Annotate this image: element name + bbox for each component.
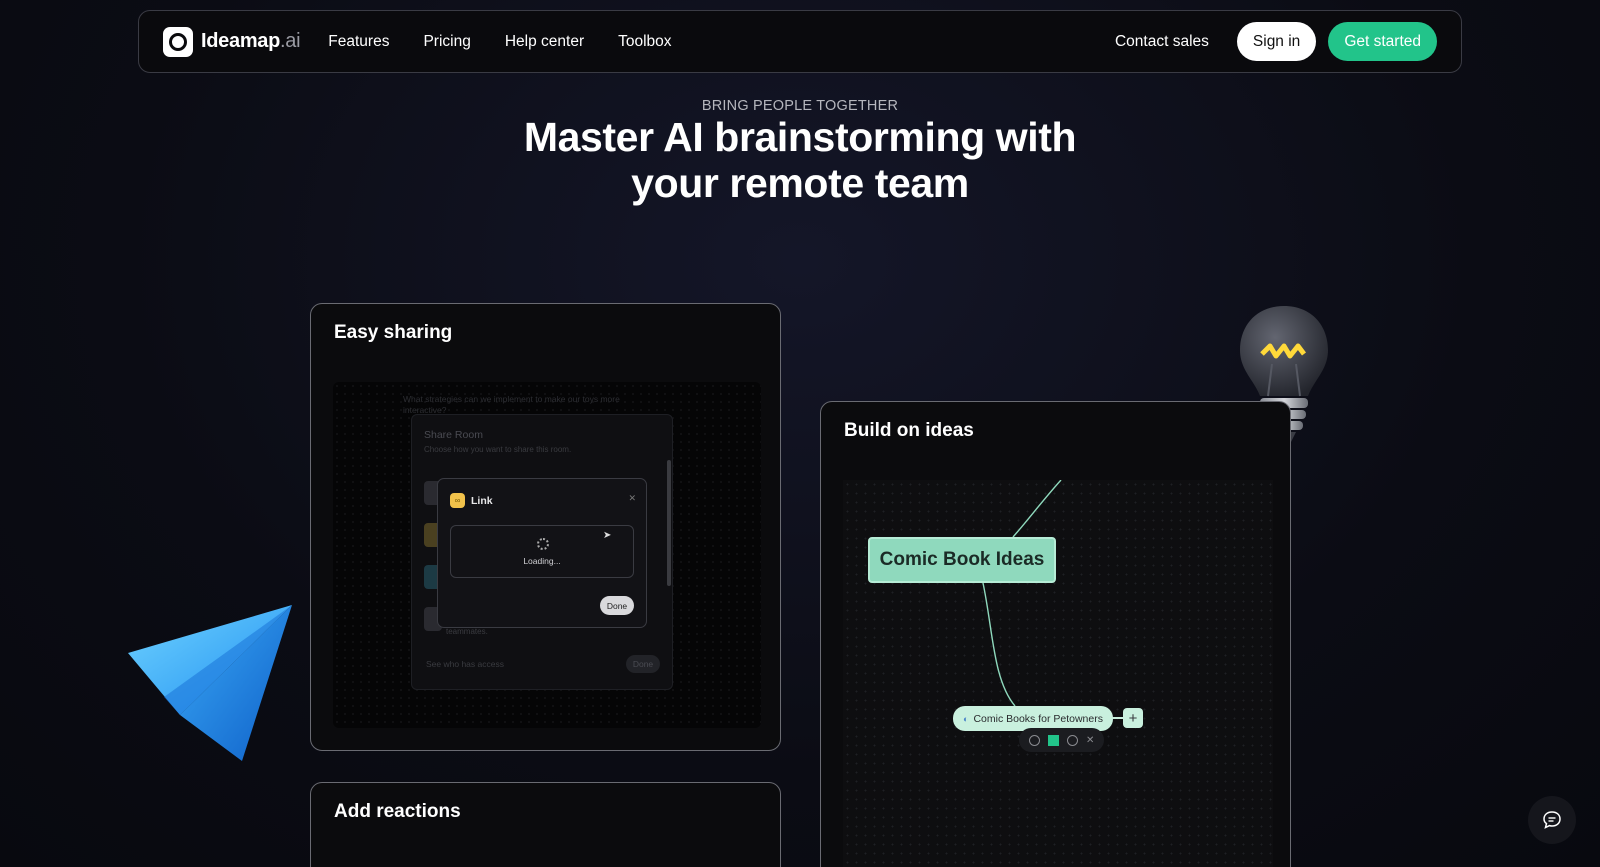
link-dialog-title: Link [471,494,493,507]
top-navbar: Ideamap.ai Features Pricing Help center … [138,10,1462,73]
mock-question-text: What strategies can we implement to make… [403,394,620,415]
mindmap-canvas: Comic Book Ideas ◐ Comic Books for Petow… [843,480,1273,867]
nav-links: Features Pricing Help center Toolbox [328,33,671,51]
logo-mark-icon [163,26,193,57]
get-started-button[interactable]: Get started [1328,22,1437,61]
panel-scrollbar [667,460,671,586]
style-icon[interactable] [1067,734,1078,746]
link-dialog: ∞ Link ✕ Loading... ➤ Done [437,478,647,628]
nav-link-toolbox[interactable]: Toolbox [618,33,671,51]
done-button[interactable]: Done [600,596,634,615]
panel-done-button[interactable]: Done [626,655,660,673]
card-title: Build on ideas [844,420,974,441]
share-room-mockup: What strategies can we implement to make… [333,382,761,728]
paper-plane-icon [128,605,292,761]
globe-icon: ◐ [963,713,969,724]
card-easy-sharing: Easy sharing What strategies can we impl… [310,303,781,751]
delete-icon[interactable]: ✕ [1086,735,1094,746]
share-room-subtitle: Choose how you want to share this room. [424,445,572,454]
loading-box: Loading... ➤ [450,525,634,578]
teammates-text: teammates. [446,627,488,636]
contact-sales-link[interactable]: Contact sales [1115,33,1209,51]
chat-bubble-icon [1543,811,1561,829]
nav-link-pricing[interactable]: Pricing [423,33,470,51]
mindmap-main-node[interactable]: Comic Book Ideas [868,537,1056,583]
card-build-on-ideas: Build on ideas Comic Book Ideas ◐ Comic … [820,401,1291,867]
minus-circle-icon[interactable] [1029,734,1040,746]
cursor-icon: ➤ [603,530,612,541]
color-swatch-icon[interactable] [1048,734,1059,746]
card-add-reactions: Add reactions [310,782,781,867]
hero-eyebrow: BRING PEOPLE TOGETHER [701,98,899,114]
loading-text: Loading... [523,556,561,566]
spinner-icon [537,538,549,550]
nav-actions: Contact sales Sign in Get started [1115,22,1437,61]
close-icon[interactable]: ✕ [628,493,636,504]
brand-name: Ideamap.ai [201,30,301,52]
nav-link-features[interactable]: Features [328,33,389,51]
card-title: Add reactions [334,801,461,822]
sign-in-button[interactable]: Sign in [1236,22,1317,61]
link-dialog-header: ∞ Link [450,493,493,508]
chat-button[interactable] [1528,796,1576,844]
card-title: Easy sharing [334,322,453,343]
node-toolbar: ✕ [1019,728,1105,752]
add-node-button[interactable]: + [1123,708,1143,728]
see-who-has-access-link[interactable]: See who has access [426,659,504,669]
link-icon: ∞ [450,493,465,508]
hero-headline: Master AI brainstorming with your remote… [523,114,1077,206]
brand-logo[interactable]: Ideamap.ai [163,26,301,57]
share-room-title: Share Room [424,429,483,441]
child-node-label: Comic Books for Petowners [973,712,1103,725]
nav-link-help-center[interactable]: Help center [505,33,584,51]
